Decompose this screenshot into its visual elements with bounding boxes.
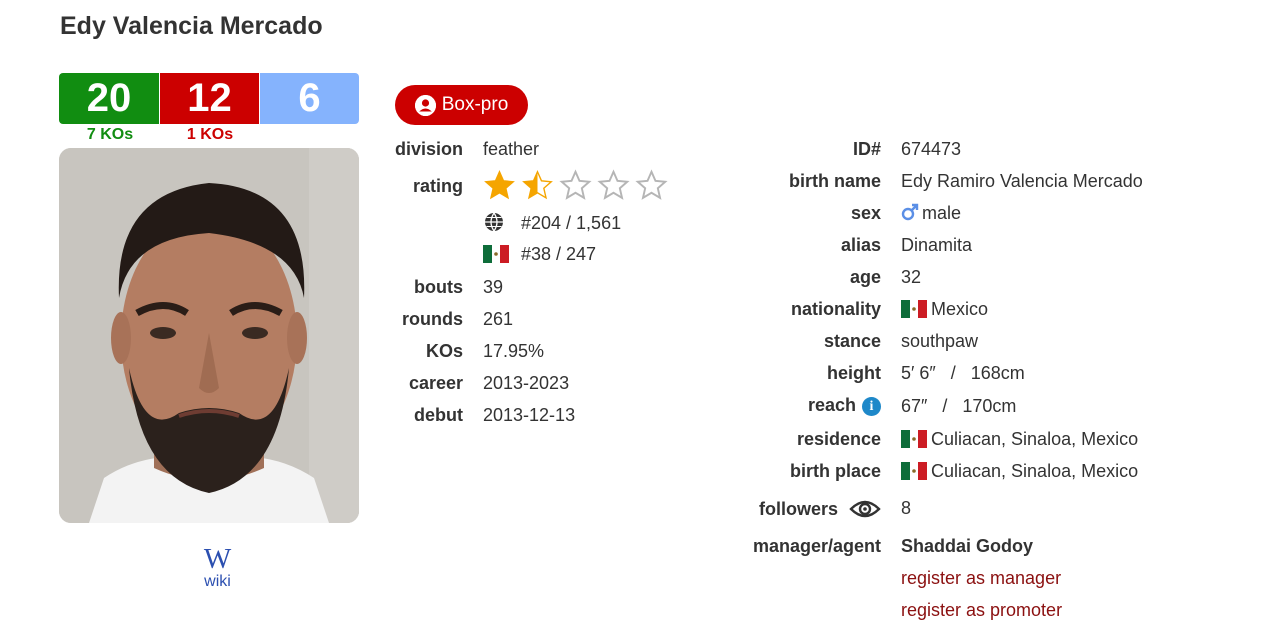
sex-value: male [922, 203, 962, 223]
height-value: 5′ 6″ / 168cm [901, 363, 1025, 383]
losses-count: 12 [159, 73, 259, 124]
division-value: feather [483, 139, 540, 159]
alias-label: alias [840, 235, 881, 255]
nationality-value: Mexico [931, 299, 989, 319]
wiki-link[interactable]: W wiki [190, 545, 245, 591]
debut-label: debut [414, 405, 463, 425]
division-label: division [394, 139, 463, 159]
mexico-flag-icon [901, 462, 927, 480]
record-summary: 20 12 6 [59, 73, 359, 124]
manager-value[interactable]: Shaddai Godoy [901, 536, 1033, 557]
birth-place-value: Culiacan, Sinaloa, Mexico [931, 461, 1139, 481]
birth-place-label: birth place [789, 461, 881, 481]
residence-row: Culiacan, Sinaloa, Mexico [901, 429, 1138, 450]
nationality-row: Mexico [901, 299, 988, 320]
mexico-flag-icon [483, 245, 509, 263]
boxer-portrait-image [59, 148, 359, 523]
reach-label-row: reach i [808, 395, 881, 416]
rating-stars [483, 169, 668, 202]
height-label: height [827, 363, 881, 383]
manager-label: manager/agent [752, 536, 881, 556]
rounds-label: rounds [402, 309, 463, 329]
career-label: career [408, 373, 463, 393]
residence-label: residence [796, 429, 881, 449]
sex-value-row: male [901, 203, 961, 226]
age-label: age [849, 267, 881, 287]
nationality-label: nationality [790, 299, 881, 319]
draws-count: 6 [259, 73, 359, 124]
kos-value: 17.95% [483, 341, 545, 361]
country-rank-row [483, 244, 513, 265]
sex-label: sex [850, 203, 881, 223]
followers-label-row: followers [759, 497, 881, 526]
age-value: 32 [901, 267, 922, 287]
residence-value: Culiacan, Sinaloa, Mexico [931, 429, 1139, 449]
eye-icon[interactable] [849, 497, 881, 526]
star-half-icon [484, 170, 515, 200]
birth-name-label: birth name [788, 171, 881, 191]
star-empty-icon [559, 169, 592, 200]
debut-value: 2013-12-13 [483, 405, 576, 425]
id-label: ID# [852, 139, 881, 159]
globe-icon [484, 212, 504, 237]
user-circle-icon [414, 94, 436, 116]
reach-label: reach [807, 395, 856, 415]
followers-value: 8 [901, 498, 912, 518]
mexico-flag-icon [901, 430, 927, 448]
bouts-label: bouts [414, 277, 463, 297]
male-symbol-icon [901, 203, 919, 226]
wiki-label: wiki [204, 573, 231, 590]
register-promoter-link[interactable]: register as promoter [901, 600, 1062, 621]
stance-label: stance [823, 331, 881, 351]
star-half-icon [522, 170, 553, 200]
followers-label: followers [758, 499, 838, 519]
alias-value: Dinamita [901, 235, 973, 255]
id-value: 674473 [901, 139, 962, 159]
rating-label: rating [412, 176, 463, 196]
win-kos: 7 KOs [86, 126, 134, 143]
country-rank[interactable]: #38 / 247 [521, 244, 596, 265]
stance-value: southpaw [901, 331, 979, 351]
birth-place-row: Culiacan, Sinaloa, Mexico [901, 461, 1138, 482]
world-rank[interactable]: #204 / 1,561 [521, 213, 621, 234]
star-empty-icon [635, 169, 668, 200]
kos-label: KOs [425, 341, 463, 361]
rounds-value: 261 [483, 309, 514, 329]
boxer-name: Edy Valencia Mercado [60, 12, 323, 40]
boxer-photo [59, 148, 359, 523]
reach-value: 67″ / 170cm [901, 396, 1017, 416]
badge-label: Box-pro [441, 94, 509, 115]
loss-kos: 1 KOs [186, 126, 234, 143]
birth-name-value: Edy Ramiro Valencia Mercado [901, 171, 1143, 191]
info-icon[interactable]: i [862, 397, 881, 416]
bouts-value: 39 [483, 277, 504, 297]
sport-badge-box-pro[interactable]: Box-pro [395, 85, 528, 125]
register-manager-link[interactable]: register as manager [901, 568, 1061, 589]
career-value: 2013-2023 [483, 373, 570, 393]
star-empty-icon [597, 169, 630, 200]
mexico-flag-icon [901, 300, 927, 318]
wikipedia-icon: W [203, 543, 232, 575]
wins-count: 20 [59, 73, 159, 124]
